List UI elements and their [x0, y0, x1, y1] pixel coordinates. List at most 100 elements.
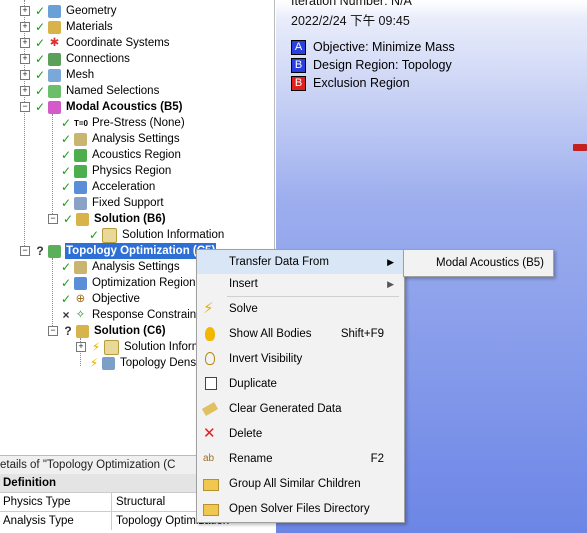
- iteration-number-text: Iteration Number: N/A: [291, 0, 412, 8]
- menu-item-invert-visibility[interactable]: Invert Visibility: [197, 347, 404, 371]
- tree-item-label: Topology Optimization (C5): [65, 243, 217, 259]
- tree-item-solution-c6[interactable]: − ? Solution (C6): [48, 323, 167, 339]
- lightning-icon: ⚡: [203, 300, 214, 317]
- tree-item-label: Coordinate Systems: [66, 37, 170, 49]
- legend-key-box: B: [291, 57, 306, 73]
- tree-item-label: Analysis Settings: [92, 133, 180, 145]
- tree-item-objective[interactable]: ✓ ⊕ Objective: [60, 291, 141, 307]
- menu-item-open-solver-files-directory[interactable]: Open Solver Files Directory: [197, 497, 404, 521]
- tree-item-physics-region[interactable]: ✓ Physics Region: [60, 163, 172, 179]
- legend-key-box: A: [291, 39, 306, 55]
- expand-icon[interactable]: +: [20, 54, 30, 64]
- legend-item: A Objective: Minimize Mass: [291, 39, 455, 55]
- eraser-icon: [201, 402, 219, 416]
- expand-icon[interactable]: +: [20, 22, 30, 32]
- menu-item-insert[interactable]: Insert ▶: [197, 272, 404, 296]
- x-status-icon: ×: [62, 308, 70, 322]
- menu-item-rename[interactable]: ab Rename F2: [197, 447, 404, 471]
- check-icon: ✓: [88, 228, 100, 242]
- expand-icon[interactable]: +: [20, 38, 30, 48]
- collapse-icon[interactable]: −: [20, 246, 30, 256]
- menu-item-group-all-similar-children[interactable]: Group All Similar Children: [197, 472, 404, 496]
- tree-item-label: Materials: [66, 21, 113, 33]
- menu-item-label: Transfer Data From: [229, 256, 329, 268]
- tree-item-solution-information[interactable]: ✓ Solution Information: [88, 227, 225, 243]
- modal-acoustics-icon: [48, 100, 61, 114]
- check-icon: ✓: [34, 4, 46, 18]
- check-icon: ✓: [34, 84, 46, 98]
- tree-item-pre-stress[interactable]: ✓ T=0 Pre-Stress (None): [60, 115, 186, 131]
- tree-item-connections[interactable]: + ✓ Connections: [20, 51, 131, 67]
- details-key: Physics Type: [0, 493, 112, 511]
- tree-item-acceleration[interactable]: ✓ Acceleration: [60, 179, 156, 195]
- tree-item-coordinate-systems[interactable]: + ✓ ✱ Coordinate Systems: [20, 35, 171, 51]
- menu-item-solve[interactable]: ⚡ Solve: [197, 297, 404, 321]
- tree-item-label: Modal Acoustics (B5): [66, 101, 183, 113]
- rename-icon: ab: [203, 453, 215, 464]
- menu-item-duplicate[interactable]: Duplicate: [197, 372, 404, 396]
- tree-item-topology-density[interactable]: ⚡ Topology Density: [88, 355, 209, 371]
- menu-item-transfer-data-from[interactable]: Transfer Data From ▶: [197, 250, 404, 274]
- tree-item-mesh[interactable]: + ✓ Mesh: [20, 67, 95, 83]
- tree-item-label: Objective: [92, 293, 140, 305]
- submenu-item-modal-acoustics[interactable]: Modal Acoustics (B5): [404, 250, 553, 276]
- menu-item-label: Clear Generated Data: [229, 403, 342, 415]
- tree-item-label: Pre-Stress (None): [92, 117, 185, 129]
- acoustics-region-icon: [74, 148, 87, 162]
- legend-label: Design Region: Topology: [313, 58, 452, 72]
- folder-open-icon: [203, 504, 219, 516]
- submenu-arrow-icon: ▶: [387, 257, 394, 267]
- check-icon: ✓: [60, 116, 72, 130]
- legend-item: B Design Region: Topology: [291, 57, 452, 73]
- menu-item-clear-generated-data[interactable]: Clear Generated Data: [197, 397, 404, 421]
- menu-item-label: Open Solver Files Directory: [229, 503, 370, 515]
- collapse-icon[interactable]: −: [48, 214, 58, 224]
- check-icon: ✓: [60, 276, 72, 290]
- tree-item-label: Physics Region: [92, 165, 172, 177]
- menu-item-shortcut: Shift+F9: [340, 328, 384, 340]
- topology-optimization-icon: [48, 244, 61, 258]
- solution-icon: [76, 212, 89, 226]
- tree-item-named-selections[interactable]: + ✓ Named Selections: [20, 83, 160, 99]
- analysis-settings-icon: [74, 260, 87, 274]
- legend-label: Exclusion Region: [313, 76, 410, 90]
- menu-item-label: Rename: [229, 453, 273, 465]
- tree-item-label: Geometry: [66, 5, 117, 17]
- materials-icon: [48, 20, 61, 34]
- menu-item-label: Invert Visibility: [229, 353, 303, 365]
- menu-item-delete[interactable]: ✕ Delete: [197, 422, 404, 446]
- tree-item-analysis-settings-c[interactable]: ✓ Analysis Settings: [60, 259, 181, 275]
- tree-item-modal-acoustics[interactable]: − ✓ Modal Acoustics (B5): [20, 99, 184, 115]
- expand-icon[interactable]: +: [20, 6, 30, 16]
- expand-icon[interactable]: +: [76, 342, 86, 352]
- collapse-icon[interactable]: −: [20, 102, 30, 112]
- menu-item-show-all-bodies[interactable]: Show All Bodies Shift+F9: [197, 322, 404, 346]
- tree-item-fixed-support[interactable]: ✓ Fixed Support: [60, 195, 165, 211]
- collapse-icon[interactable]: −: [48, 326, 58, 336]
- solution-icon: [76, 324, 89, 338]
- tree-item-label: Acoustics Region: [92, 149, 181, 161]
- acceleration-icon: [74, 180, 87, 194]
- tree-item-label: Solution (B6): [94, 213, 166, 225]
- tree-item-geometry[interactable]: + ✓ Geometry: [20, 3, 118, 19]
- expand-icon[interactable]: +: [20, 86, 30, 96]
- question-mark-icon: ?: [36, 244, 44, 258]
- check-icon: ✓: [60, 260, 72, 274]
- tree-item-optimization-region[interactable]: ✓ Optimization Region: [60, 275, 197, 291]
- check-icon: ✓: [34, 20, 46, 34]
- expand-icon[interactable]: +: [20, 70, 30, 80]
- tree-item-label: Response Constraint: [92, 309, 200, 321]
- tree-item-acoustics-region[interactable]: ✓ Acoustics Region: [60, 147, 182, 163]
- tree-item-response-constraint[interactable]: × ✧ Response Constraint: [60, 307, 200, 323]
- tree-item-analysis-settings[interactable]: ✓ Analysis Settings: [60, 131, 181, 147]
- check-icon: ✓: [60, 148, 72, 162]
- datetime-text: 2022/2/24 下午 09:45: [291, 14, 410, 28]
- tree-item-materials[interactable]: + ✓ Materials: [20, 19, 114, 35]
- details-section-header[interactable]: Definition: [0, 474, 200, 492]
- tree-item-solution-b6[interactable]: − ✓ Solution (B6): [48, 211, 167, 227]
- model-geometry-fragment: [573, 144, 587, 151]
- check-icon: ✓: [34, 52, 46, 66]
- tree-item-label: Named Selections: [66, 85, 160, 97]
- tree-item-label: Analysis Settings: [92, 261, 180, 273]
- tree-item-topology-optimization[interactable]: − ? Topology Optimization (C5): [20, 243, 217, 259]
